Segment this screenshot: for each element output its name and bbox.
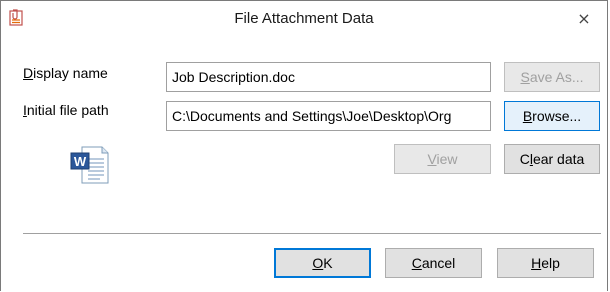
help-button[interactable]: Help	[497, 248, 594, 278]
clear-data-button[interactable]: Clear data	[504, 144, 600, 174]
word-document-icon: W	[70, 146, 109, 184]
save-as-button[interactable]: Save As...	[504, 62, 600, 92]
display-name-field[interactable]: Job Description.doc	[166, 62, 491, 92]
initial-file-path-label: Initial file path	[23, 102, 109, 118]
cancel-button[interactable]: Cancel	[385, 248, 482, 278]
svg-text:W: W	[74, 154, 87, 169]
window-title: File Attachment Data	[234, 10, 374, 27]
view-button[interactable]: View	[394, 144, 491, 174]
initial-file-path-field[interactable]: C:\Documents and Settings\Joe\Desktop\Or…	[166, 101, 491, 131]
browse-button[interactable]: Browse...	[504, 101, 600, 131]
close-icon[interactable]: ×	[561, 1, 607, 36]
separator-line	[23, 233, 601, 235]
display-name-label: Display name	[23, 65, 108, 81]
title-bar[interactable]: File Attachment Data ×	[1, 1, 607, 36]
ok-button[interactable]: OK	[274, 248, 371, 278]
file-attachment-dialog: File Attachment Data × Display name Job …	[0, 0, 608, 291]
